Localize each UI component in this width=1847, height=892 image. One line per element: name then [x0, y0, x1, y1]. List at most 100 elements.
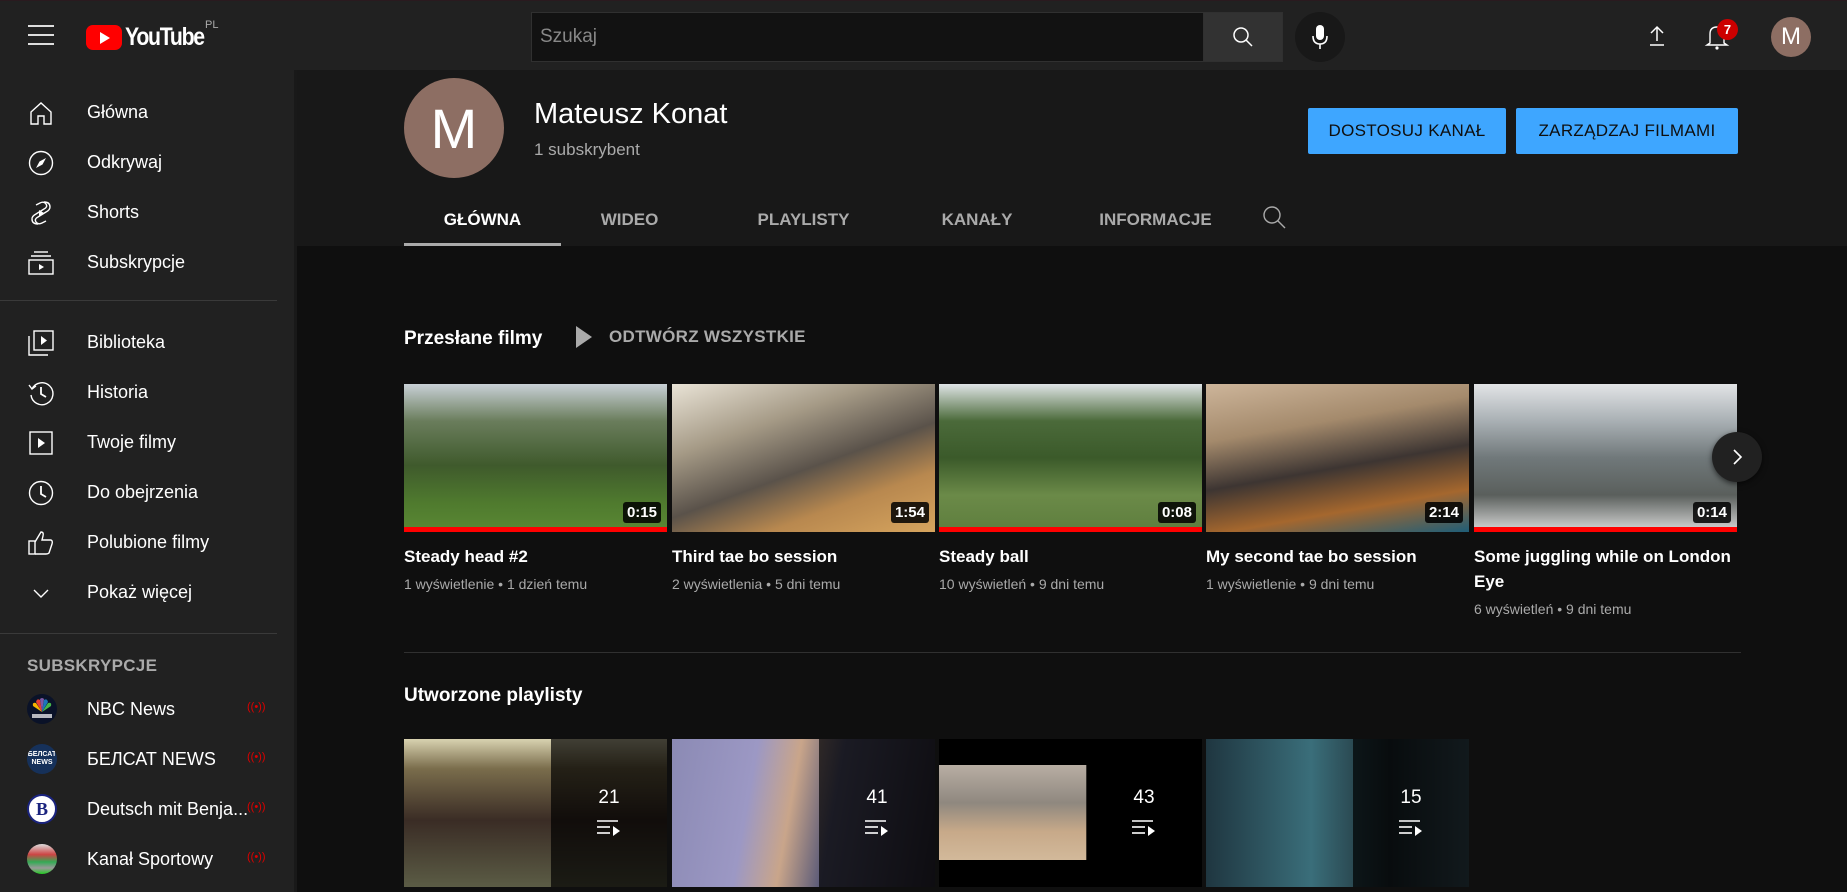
sidebar-item-label: Odkrywaj — [87, 151, 163, 172]
channel-search-icon[interactable] — [1261, 204, 1287, 230]
sidebar-item-watch-later[interactable]: Do obejrzenia — [0, 467, 278, 517]
subscriber-count: 1 subskrybent — [534, 140, 640, 159]
sidebar-item-shorts[interactable]: Shorts — [0, 187, 278, 237]
sidebar-item-label: Twoje filmy — [87, 431, 177, 452]
video-meta: 2 wyświetlenia • 5 dni temu — [672, 576, 841, 592]
top-bar: YouTube PL 7 M — [0, 0, 1847, 70]
video-thumbnail[interactable]: 0:08 — [939, 384, 1202, 532]
subscriptions-heading: SUBSKRYPCJE — [27, 656, 158, 675]
sidebar-subscription-deutsch-mit-benjamin[interactable]: B Deutsch mit Benja... ((•)) — [0, 784, 278, 834]
sidebar-subscription-kanal-sportowy[interactable]: Kanał Sportowy ((•)) — [0, 834, 278, 884]
subscription-name: Deutsch mit Benja... — [87, 798, 249, 819]
sidebar-item-label: Biblioteka — [87, 331, 166, 352]
video-meta: 1 wyświetlenie • 1 dzień temu — [404, 576, 588, 592]
playlist-card[interactable]: 21 — [404, 739, 667, 887]
video-title[interactable]: Some juggling while on London Eye — [1474, 544, 1737, 594]
sidebar-item-label: Subskrypcje — [87, 251, 186, 272]
search-button[interactable] — [1203, 12, 1283, 62]
shorts-icon — [31, 201, 51, 225]
video-card[interactable]: 2:14 My second tae bo session 1 wyświetl… — [1206, 384, 1469, 592]
playlist-card[interactable]: 43 — [939, 739, 1202, 887]
nbc-peacock-icon — [32, 698, 52, 718]
sidebar-item-history[interactable]: Historia — [0, 367, 278, 417]
search-icon — [1233, 27, 1253, 47]
history-icon — [28, 382, 54, 406]
sidebar-item-library[interactable]: Biblioteka — [0, 317, 278, 367]
sidebar-item-label: Historia — [87, 381, 149, 402]
playlist-card[interactable]: 15 — [1206, 739, 1469, 887]
video-title[interactable]: Third tae bo session — [672, 544, 935, 569]
playlist-icon — [1399, 820, 1422, 836]
subscription-name: NBC News — [87, 698, 176, 719]
video-thumbnail[interactable]: 2:14 — [1206, 384, 1469, 532]
sidebar-item-your-videos[interactable]: Twoje filmy — [0, 417, 278, 467]
carousel-next-button[interactable] — [1712, 432, 1762, 482]
playlist-video-count: 15 — [1400, 787, 1422, 808]
tab-playlists[interactable]: PLAYLISTY — [698, 193, 909, 246]
channel-avatar: M — [404, 78, 504, 178]
upload-button[interactable] — [1642, 21, 1672, 51]
playlist-icon — [865, 820, 888, 836]
tab-channels[interactable]: KANAŁY — [909, 193, 1045, 246]
video-card[interactable]: 0:15 Steady head #2 1 wyświetlenie • 1 d… — [404, 384, 667, 592]
live-indicator-icon: ((•)) — [247, 701, 266, 713]
live-indicator-icon: ((•)) — [247, 801, 266, 813]
video-title[interactable]: Steady ball — [939, 544, 1202, 569]
play-all-button[interactable]: ODTWÓRZ WSZYSTKIE — [576, 326, 806, 348]
region-code: PL — [205, 19, 219, 31]
video-card[interactable]: 0:08 Steady ball 10 wyświetleń • 9 dni t… — [939, 384, 1202, 592]
play-all-label: ODTWÓRZ WSZYSTKIE — [609, 327, 806, 346]
manage-videos-button[interactable]: ZARZĄDZAJ FILMAMI — [1516, 108, 1738, 154]
tab-home[interactable]: GŁÓWNA — [404, 193, 561, 246]
tab-videos[interactable]: WIDEO — [561, 193, 698, 246]
video-thumbnail[interactable]: 0:14 — [1474, 384, 1737, 532]
watch-progress-bar — [404, 527, 667, 532]
sidebar-item-label: Do obejrzenia — [87, 481, 199, 502]
sidebar-item-show-more[interactable]: Pokaż więcej — [0, 567, 278, 617]
microphone-icon — [1312, 25, 1328, 49]
channel-avatar: БЕЛСАТ NEWS — [27, 744, 57, 774]
compass-icon — [28, 150, 54, 176]
library-icon — [28, 330, 54, 356]
playlist-overlay: 21 — [551, 739, 667, 887]
video-title[interactable]: My second tae bo session — [1206, 544, 1469, 569]
search-bar — [531, 12, 1283, 62]
voice-search-button[interactable] — [1295, 12, 1345, 62]
video-meta: 10 wyświetleń • 9 dni temu — [939, 576, 1105, 592]
sidebar-divider — [0, 300, 277, 301]
video-thumbnail[interactable]: 0:15 — [404, 384, 667, 532]
account-avatar[interactable]: M — [1771, 17, 1811, 57]
playlist-overlay: 43 — [1086, 739, 1202, 887]
sidebar-item-label: Pokaż więcej — [87, 581, 193, 602]
playlist-card[interactable]: 41 — [672, 739, 935, 887]
video-title[interactable]: Steady head #2 — [404, 544, 667, 569]
video-duration: 0:08 — [1157, 502, 1196, 523]
video-meta: 6 wyświetleń • 9 dni temu — [1474, 601, 1632, 617]
thumbs-up-icon — [28, 531, 54, 555]
video-card[interactable]: 1:54 Third tae bo session 2 wyświetlenia… — [672, 384, 935, 592]
search-input[interactable] — [531, 12, 1203, 62]
video-thumbnail[interactable]: 1:54 — [672, 384, 935, 532]
subscription-name: Kanał Sportowy — [87, 848, 214, 869]
sidebar-item-label: Główna — [87, 101, 149, 122]
your-videos-icon — [29, 431, 53, 455]
sidebar-item-home[interactable]: Główna — [0, 87, 278, 137]
playlist-icon — [597, 820, 620, 836]
youtube-logo[interactable]: YouTube — [86, 23, 218, 52]
hamburger-menu-icon[interactable] — [28, 25, 54, 47]
customize-channel-button[interactable]: DOSTOSUJ KANAŁ — [1308, 108, 1506, 154]
sidebar-subscription-nbc-news[interactable]: NBC News ((•)) — [0, 684, 278, 734]
chevron-right-icon — [1733, 449, 1743, 465]
sidebar-item-subscriptions[interactable]: Subskrypcje — [0, 237, 278, 287]
sidebar-subscription-belsat-news[interactable]: БЕЛСАТ NEWS БЕЛСАТ NEWS ((•)) — [0, 734, 278, 784]
notification-count-badge: 7 — [1717, 19, 1738, 40]
sidebar-item-explore[interactable]: Odkrywaj — [0, 137, 278, 187]
channel-header: M Mateusz Konat 1 subskrybent DOSTOSUJ K… — [297, 70, 1847, 246]
video-card[interactable]: 0:14 Some juggling while on London Eye 6… — [1474, 384, 1737, 617]
video-duration: 2:14 — [1424, 502, 1463, 523]
sidebar-item-liked-videos[interactable]: Polubione filmy — [0, 517, 278, 567]
channel-tabs: GŁÓWNA WIDEO PLAYLISTY KANAŁY INFORMACJE — [404, 193, 1266, 246]
sidebar-divider — [0, 633, 277, 634]
tab-about[interactable]: INFORMACJE — [1045, 193, 1266, 246]
live-indicator-icon: ((•)) — [247, 851, 266, 863]
